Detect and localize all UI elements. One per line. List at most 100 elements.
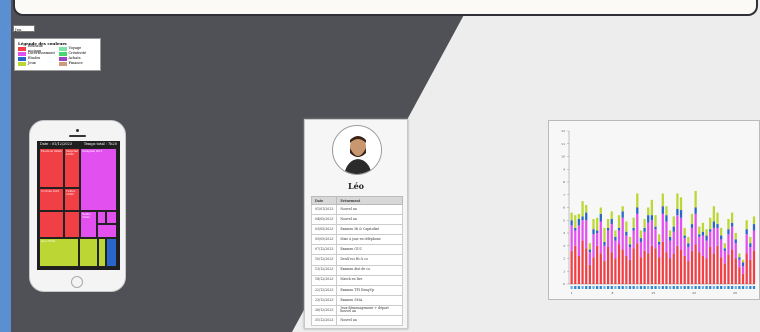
- day-marker: [738, 286, 741, 289]
- treemap-block[interactable]: Twitter 21min: [64, 188, 80, 211]
- profile-name: Léo: [347, 181, 365, 191]
- bar-segment: [621, 249, 624, 284]
- bar-segment: [668, 258, 672, 284]
- bar-segment: [610, 224, 613, 253]
- top-banner: [13, 0, 758, 16]
- bar-segment: [621, 217, 624, 250]
- bar-segment: [643, 231, 646, 251]
- bar-segment: [712, 227, 715, 254]
- treemap-block[interactable]: [97, 224, 117, 238]
- bar-segment: [596, 233, 599, 246]
- treemap-block[interactable]: Instagram 2h13: [80, 148, 117, 211]
- home-button[interactable]: [71, 276, 83, 288]
- day-marker: [647, 286, 650, 289]
- bar-segment: [658, 244, 661, 258]
- bar-segment: [625, 231, 628, 236]
- phone-mockup: Date : 01/12/2023 Temps total : 7h20 Fac…: [29, 120, 126, 292]
- bar-segment: [676, 208, 679, 216]
- x-tick-label: 29: [733, 291, 737, 295]
- legend-swatch: [18, 56, 26, 61]
- bar-segment: [727, 234, 730, 255]
- bar-segment: [723, 243, 726, 249]
- treemap-block[interactable]: [97, 211, 106, 224]
- bar-segment: [570, 250, 573, 284]
- bar-segment: [698, 252, 701, 284]
- bar-segment: [701, 255, 705, 284]
- bar-segment: [614, 236, 617, 241]
- bar-segment: [665, 221, 668, 253]
- bar-segment: [603, 261, 606, 284]
- treemap-block[interactable]: Snapchat 41min: [64, 148, 80, 188]
- bar-segment: [752, 216, 756, 225]
- bar-segment: [679, 217, 683, 250]
- treemap-block[interactable]: [106, 238, 117, 267]
- legend-item: Jeux: [18, 61, 57, 66]
- bar-segment: [643, 218, 646, 228]
- y-tick-label: 11: [561, 142, 565, 146]
- bar-segment: [730, 226, 734, 250]
- day-marker: [687, 286, 690, 289]
- treemap-block[interactable]: Jeux 37min: [39, 238, 79, 267]
- bar-segment: [658, 241, 661, 245]
- treemap-block[interactable]: [106, 211, 117, 224]
- bar-segment: [687, 236, 690, 244]
- bar-segment: [705, 240, 708, 259]
- bar-segment: [730, 249, 734, 284]
- day-marker: [621, 286, 624, 289]
- bar-segment: [679, 210, 683, 218]
- bar-segment: [625, 235, 628, 256]
- bar-segment: [720, 239, 723, 258]
- bar-segment: [690, 227, 694, 251]
- events-table: Date Evénement 01/01/2023 Nouvel an 04/05…: [310, 196, 403, 327]
- bar-segment: [683, 227, 686, 236]
- treemap-block[interactable]: Facebook 39min: [39, 148, 64, 188]
- day-marker: [592, 286, 595, 289]
- bar-segment: [687, 261, 690, 284]
- day-marker: [709, 286, 712, 289]
- bar-segment: [698, 234, 701, 237]
- treemap-block[interactable]: YouTube 1h33: [39, 188, 64, 211]
- table-row: 10/12/2023 DeuX'eci Hi & co: [310, 254, 403, 266]
- y-tick-label: 2: [563, 257, 565, 261]
- bar-segment: [749, 236, 752, 244]
- profile-card: Léo Date Evénement 01/01/2023 Nouvel an 0…: [304, 119, 408, 329]
- treemap-block[interactable]: [39, 211, 64, 238]
- day-marker: [658, 286, 661, 289]
- table-row: 18/12/2023 Match en live: [310, 274, 403, 286]
- bar-segment: [654, 229, 657, 249]
- bar-segment: [745, 253, 748, 284]
- day-marker: [654, 286, 657, 289]
- bar-segment: [752, 250, 756, 284]
- bar-segment: [694, 213, 697, 245]
- bar-segment: [690, 224, 694, 228]
- table-row: 23/12/2023 Examen SMA: [310, 294, 403, 306]
- treemap-block[interactable]: [64, 211, 80, 238]
- bar-segment: [665, 206, 668, 216]
- bar-segment: [592, 234, 595, 258]
- x-tick-label: 15: [651, 291, 655, 295]
- bar-segment: [581, 216, 584, 221]
- bar-segment: [654, 215, 657, 227]
- bar-segment: [741, 273, 745, 284]
- day-marker: [690, 286, 694, 289]
- bar-segment: [727, 254, 730, 284]
- legend-swatch: [58, 46, 67, 51]
- y-tick-label: 9: [563, 167, 565, 171]
- treemap-block[interactable]: [79, 238, 98, 267]
- bar-segment: [683, 235, 686, 239]
- bar-segment: [720, 227, 723, 236]
- bar-segment: [723, 250, 726, 264]
- treemap-block[interactable]: [98, 238, 106, 267]
- legend-swatch: [58, 51, 67, 56]
- bar-segment: [574, 245, 577, 284]
- stacked-bar-chart: 01234567891011121 8 15 22 29: [561, 129, 756, 295]
- bar-segment: [694, 244, 697, 284]
- bar-segment: [676, 193, 679, 209]
- bar-segment: [599, 213, 602, 222]
- period-select[interactable]: Jeu: [13, 25, 35, 32]
- legend-swatch: [58, 56, 67, 61]
- bar-segment: [701, 235, 705, 256]
- y-tick-label: 6: [563, 206, 565, 210]
- bar-segment: [723, 263, 726, 284]
- treemap-block[interactable]: Netflix 31min: [80, 211, 97, 238]
